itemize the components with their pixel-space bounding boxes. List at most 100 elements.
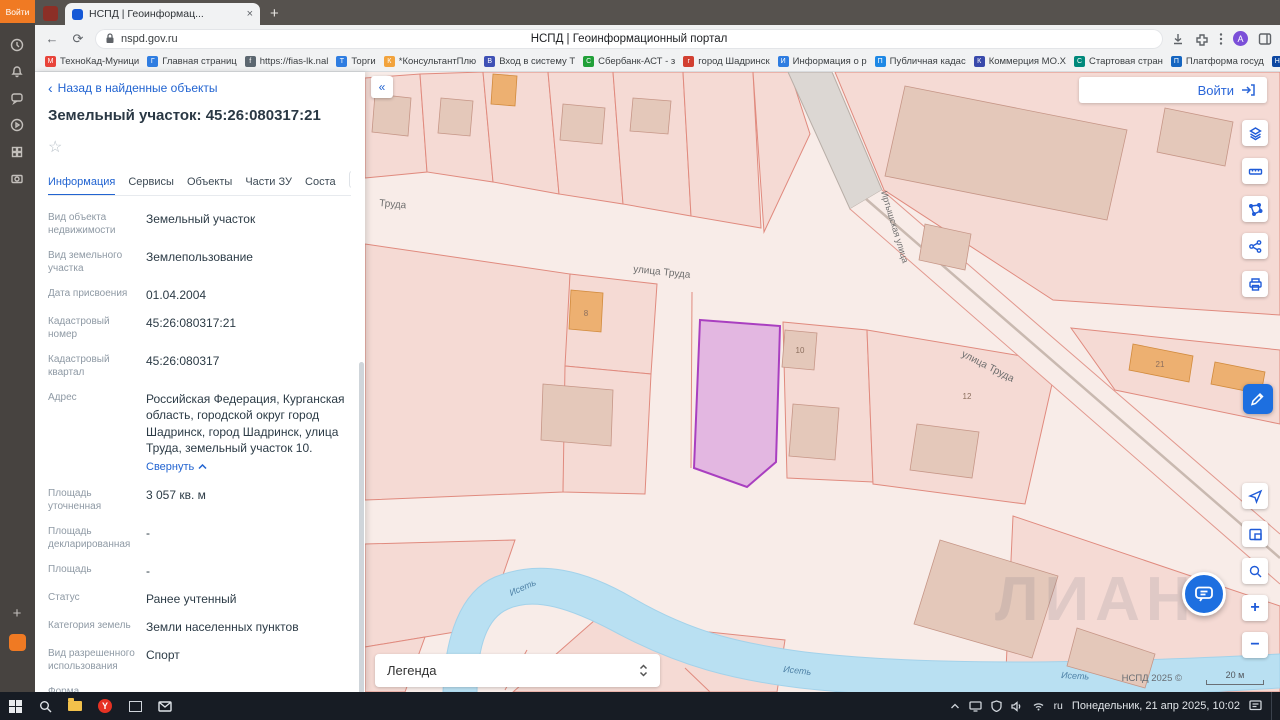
selected-parcel[interactable] [692,318,782,489]
yandex-browser-icon[interactable]: Y [90,692,120,720]
refresh-icon[interactable]: ⟳ [69,31,87,47]
app-window-icon[interactable] [120,692,150,720]
back-icon[interactable]: ← [43,31,61,46]
show-desktop-strip[interactable] [1271,692,1274,720]
bookmark-item[interactable]: К *КонсультантПлю [380,54,480,69]
map-login-button[interactable]: Войти [1079,77,1267,103]
yandex-services-icon[interactable] [9,634,26,651]
clock-datetime[interactable]: Понедельник, 21 апр 2025, 10:02 [1072,700,1240,712]
workspaces-icon[interactable] [8,143,26,161]
zoom-out-button[interactable]: − [1242,632,1268,658]
print-button[interactable] [1242,271,1268,297]
new-tab-button[interactable]: + [270,5,279,22]
active-tab[interactable]: НСПД | Геоинформац... × [65,3,260,25]
bookmark-favicon: f [244,56,256,67]
tray-network-icon[interactable] [1032,701,1045,711]
tray-volume-icon[interactable] [1010,700,1023,712]
start-button[interactable] [0,692,30,720]
mail-app-icon[interactable] [150,692,180,720]
file-explorer-icon[interactable] [60,692,90,720]
tab-objects[interactable]: Объекты [187,176,232,188]
bookmark-item[interactable]: П Платформа госуд [1167,54,1268,69]
search-area-button[interactable] [1242,558,1268,584]
tab-services[interactable]: Сервисы [128,176,174,188]
chat-button[interactable] [1182,572,1226,616]
tab-information[interactable]: Информация [48,176,116,195]
bookmark-item[interactable]: К Коммерция МО.Х [970,54,1070,69]
tab-parts[interactable]: Части ЗУ [245,176,292,188]
address-bar[interactable]: nspd.gov.ru НСПД | Геоинформационный пор… [95,28,1163,49]
side-panel-icon[interactable] [1258,32,1272,46]
bookmark-item[interactable]: г город Шадринск [679,54,773,69]
tabs-scroll-right-icon[interactable]: › [348,171,351,188]
panel-collapse-button[interactable]: « [371,76,393,98]
bookmark-favicon: К [973,56,985,67]
tray-monitor-icon[interactable] [968,700,982,712]
bookmark-item[interactable]: ННСПД [1268,54,1280,69]
zoom-in-button[interactable]: + [1242,595,1268,621]
bookmark-item[interactable]: И Информация о р [774,54,871,69]
download-icon[interactable] [1171,32,1185,46]
history-icon[interactable] [8,36,26,54]
bookmark-favicon: С [583,56,595,67]
screen: Войти + НСПД | Геоинформац... × + ← ⟳ ns… [0,0,1280,720]
legend-toggle[interactable]: Легенда [375,654,660,687]
taskbar-search-icon[interactable] [30,692,60,720]
bookmark-favicon: Т [336,56,348,67]
messenger-icon[interactable] [8,89,26,107]
geolocation-button[interactable] [1242,483,1268,509]
chevron-up-icon [198,464,207,470]
attributes-list: Вид объекта недвижимости Земельный участо… [48,211,351,692]
bookmark-favicon: П [1170,56,1182,67]
media-play-icon[interactable] [8,116,26,134]
field-label: Категория земель [48,620,131,632]
field-value: - [146,685,351,692]
draw-tool-button[interactable] [1243,384,1273,414]
bookmark-item[interactable]: M ТехноКад-Муници [41,54,143,69]
extensions-icon[interactable] [1195,32,1209,46]
bookmark-item[interactable]: В Вход в систему Т [480,54,579,69]
close-tab-icon[interactable]: × [247,8,253,20]
bookmark-item[interactable]: Т Торги [332,54,379,69]
collapse-address-link[interactable]: Свернуть [146,460,351,475]
map-area[interactable]: Труда улица Труда улица Труда Иртышская … [365,72,1280,692]
tray-shield-icon[interactable] [990,700,1002,712]
bookmark-item[interactable]: С Стартовая стран [1070,54,1167,69]
field-value: Ранее учтенный [146,591,237,606]
bookmark-item[interactable]: Г Главная страниц [143,54,240,69]
tray-chevron-up-icon[interactable] [950,703,960,710]
bookmark-item[interactable]: f https://fias-lk.nal [241,54,333,69]
field-row: Дата присвоения 01.04.2004 [48,287,351,303]
login-arrow-icon [1242,84,1255,96]
keyboard-language[interactable]: ru [1054,700,1063,712]
notifications-bell-icon[interactable] [8,62,26,80]
bookmark-item[interactable]: П Публичная кадас [871,54,970,69]
field-label: Площадь уточненная [48,487,102,512]
bookmark-item[interactable]: С Сбербанк-АСТ - з [579,54,679,69]
taskbar: Y ru Понедельник, 21 апр 2025, 10:02 [0,692,1280,720]
screenshot-icon[interactable] [8,170,26,188]
favorite-star-icon[interactable]: ☆ [48,137,351,157]
chat-icon [1195,586,1213,602]
profile-avatar[interactable]: А [1233,31,1248,46]
field-row: Площадь - [48,563,351,579]
mini-map-button[interactable] [1242,521,1268,547]
tab-composition[interactable]: Соста [305,176,336,188]
menu-dots-icon[interactable] [1219,32,1223,46]
field-label: Вид объекта недвижимости [48,212,116,236]
measure-area-button[interactable] [1242,196,1268,222]
field-value: 45:26:080317:21 [146,316,237,331]
field-label: Статус [48,591,80,603]
rail-login-button[interactable]: Войти [0,0,35,23]
field-label: Вид разрешенного использования [48,648,135,673]
bookmarks-bar: M ТехноКад-Муници Г Главная страниц f https… [35,52,1280,72]
pinned-tab-favicon[interactable] [43,6,58,21]
browser-navbar: ← ⟳ nspd.gov.ru НСПД | Геоинформационный… [35,25,1280,52]
rail-add-icon[interactable]: + [8,604,26,622]
layers-button[interactable] [1242,120,1268,146]
ruler-button[interactable] [1242,158,1268,184]
panel-scrollbar[interactable] [359,362,364,692]
share-button[interactable] [1242,233,1268,259]
action-center-icon[interactable] [1249,700,1262,712]
back-to-results-link[interactable]: ‹ Назад в найденные объекты [48,80,351,96]
